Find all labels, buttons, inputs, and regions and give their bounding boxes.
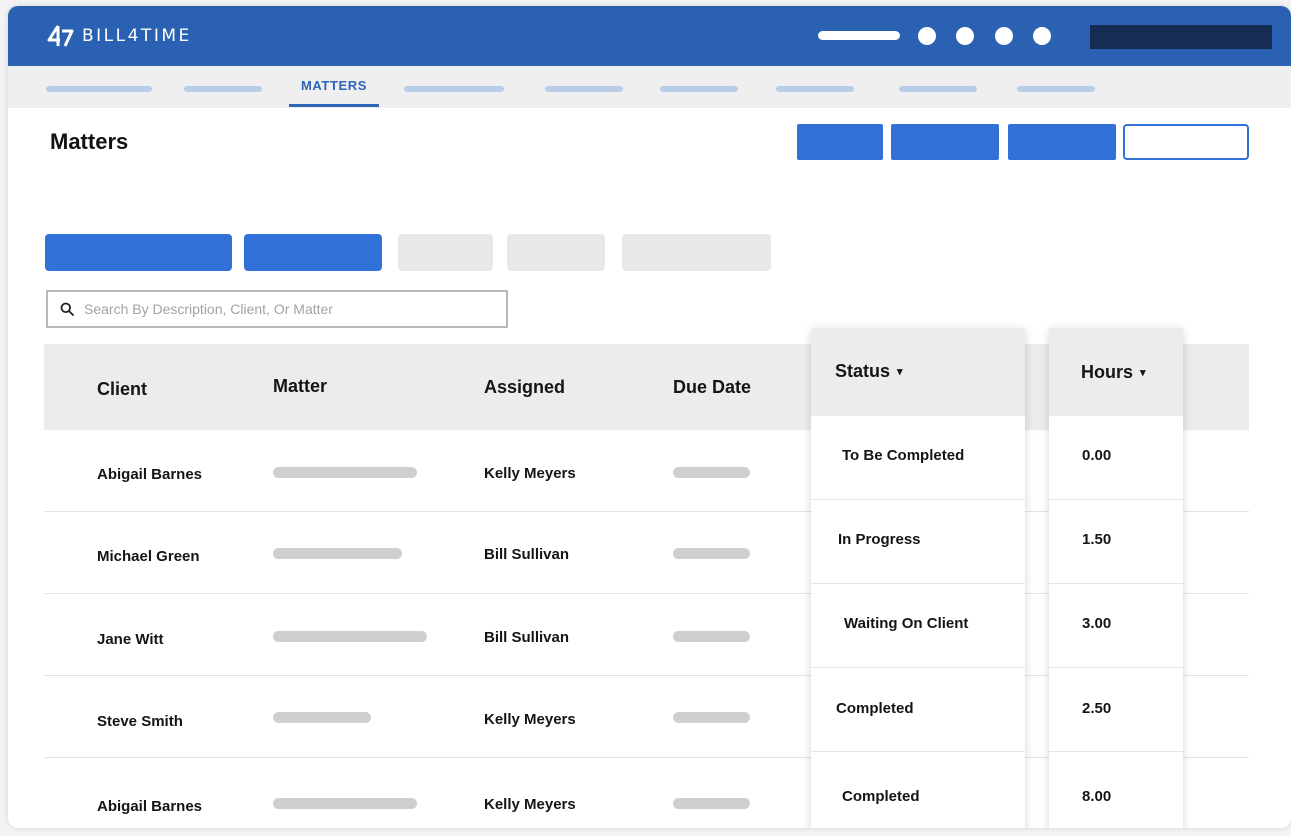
- hours-value: 8.00: [1082, 788, 1112, 805]
- status-value: In Progress: [838, 531, 921, 548]
- due-date-placeholder: [673, 548, 750, 559]
- brand-name: BILL4TIME: [82, 26, 192, 46]
- due-date-placeholder: [673, 798, 750, 809]
- hours-column-header[interactable]: Hours ▾: [1049, 328, 1183, 416]
- client-cell: Michael Green: [97, 548, 200, 565]
- matter-placeholder: [273, 798, 417, 809]
- action-button-3[interactable]: [1008, 124, 1116, 160]
- nav-item-placeholder[interactable]: [776, 86, 854, 92]
- brand-logo[interactable]: BILL4TIME: [46, 22, 192, 50]
- column-header-client[interactable]: Client: [97, 379, 147, 400]
- filter-button-3[interactable]: [398, 234, 493, 271]
- hours-cell[interactable]: 0.00: [1049, 416, 1183, 500]
- status-header-label: Status: [835, 361, 891, 381]
- assigned-cell: Bill Sullivan: [484, 546, 570, 563]
- due-date-placeholder: [673, 631, 750, 642]
- account-area[interactable]: [1090, 25, 1272, 49]
- client-cell: Steve Smith: [97, 713, 183, 730]
- status-cell[interactable]: In Progress: [811, 500, 1025, 584]
- matter-placeholder: [273, 631, 427, 642]
- hours-value: 3.00: [1082, 615, 1112, 632]
- nav-item-placeholder[interactable]: [660, 86, 738, 92]
- status-cell[interactable]: Completed: [811, 668, 1025, 752]
- status-cell[interactable]: Waiting On Client: [811, 584, 1025, 668]
- filter-button-4[interactable]: [507, 234, 605, 271]
- matter-placeholder: [273, 467, 417, 478]
- column-header-due-date[interactable]: Due Date: [673, 377, 751, 398]
- sort-caret-icon: ▾: [897, 366, 903, 378]
- hours-value: 0.00: [1082, 447, 1112, 464]
- status-cell[interactable]: To Be Completed: [811, 416, 1025, 500]
- due-date-placeholder: [673, 712, 750, 723]
- top-dot-icon-2[interactable]: [956, 27, 974, 45]
- hours-cell[interactable]: 1.50: [1049, 500, 1183, 584]
- status-column-header[interactable]: Status ▾: [811, 328, 1025, 416]
- status-value: Completed: [836, 700, 914, 717]
- nav-item-placeholder[interactable]: [46, 86, 152, 92]
- nav-item-placeholder[interactable]: [404, 86, 504, 92]
- matter-placeholder: [273, 548, 402, 559]
- assigned-cell: Kelly Meyers: [484, 465, 576, 482]
- nav-item-placeholder[interactable]: [545, 86, 623, 92]
- assigned-cell: Kelly Meyers: [484, 796, 576, 813]
- client-cell: Abigail Barnes: [97, 798, 203, 815]
- hours-value: 1.50: [1082, 531, 1112, 548]
- active-tab-indicator: [289, 104, 379, 107]
- top-dot-icon-4[interactable]: [1033, 27, 1051, 45]
- nav-item-placeholder[interactable]: [184, 86, 262, 92]
- status-value: Waiting On Client: [844, 615, 969, 632]
- top-dot-icon-3[interactable]: [995, 27, 1013, 45]
- sort-caret-icon: ▾: [1140, 367, 1146, 379]
- bill4time-logo-icon: [47, 25, 74, 47]
- client-cell: Jane Witt: [97, 631, 164, 648]
- top-menu-placeholder[interactable]: [818, 31, 900, 40]
- nav-item-placeholder[interactable]: [1017, 86, 1095, 92]
- hours-header-label: Hours: [1081, 362, 1134, 382]
- search-icon: [60, 302, 74, 316]
- due-date-placeholder: [673, 467, 750, 478]
- hours-value: 2.50: [1082, 700, 1112, 717]
- search-box: [46, 290, 508, 328]
- status-column: Status ▾ To Be Completed In Progress Wait…: [811, 328, 1025, 828]
- filter-button-2[interactable]: [244, 234, 382, 271]
- status-value: To Be Completed: [842, 447, 965, 464]
- matter-placeholder: [273, 712, 371, 723]
- status-value: Completed: [842, 788, 920, 805]
- nav-item-placeholder[interactable]: [899, 86, 977, 92]
- hours-cell[interactable]: 8.00: [1049, 752, 1183, 828]
- top-bar: BILL4TIME: [8, 6, 1291, 66]
- status-cell[interactable]: Completed: [811, 752, 1025, 828]
- hours-column: Hours ▾ 0.00 1.50 3.00 2.50 8.00: [1049, 328, 1183, 828]
- top-dot-icon-1[interactable]: [918, 27, 936, 45]
- main-nav: MATTERS: [8, 66, 1291, 108]
- filter-button-5[interactable]: [622, 234, 771, 271]
- assigned-cell: Kelly Meyers: [484, 711, 576, 728]
- hours-cell[interactable]: 3.00: [1049, 584, 1183, 668]
- hours-cell[interactable]: 2.50: [1049, 668, 1183, 752]
- search-input[interactable]: [82, 293, 506, 325]
- assigned-cell: Bill Sullivan: [484, 629, 570, 646]
- action-button-outline[interactable]: [1123, 124, 1249, 160]
- action-button-2[interactable]: [891, 124, 999, 160]
- action-button-1[interactable]: [797, 124, 883, 160]
- filter-button-1[interactable]: [45, 234, 232, 271]
- client-cell: Abigail Barnes: [97, 466, 203, 483]
- column-header-matter[interactable]: Matter: [273, 376, 327, 397]
- page-title: Matters: [50, 129, 129, 154]
- app-window: BILL4TIME MATTERS Matters Search By Desc…: [8, 6, 1291, 828]
- column-header-assigned[interactable]: Assigned: [484, 377, 565, 398]
